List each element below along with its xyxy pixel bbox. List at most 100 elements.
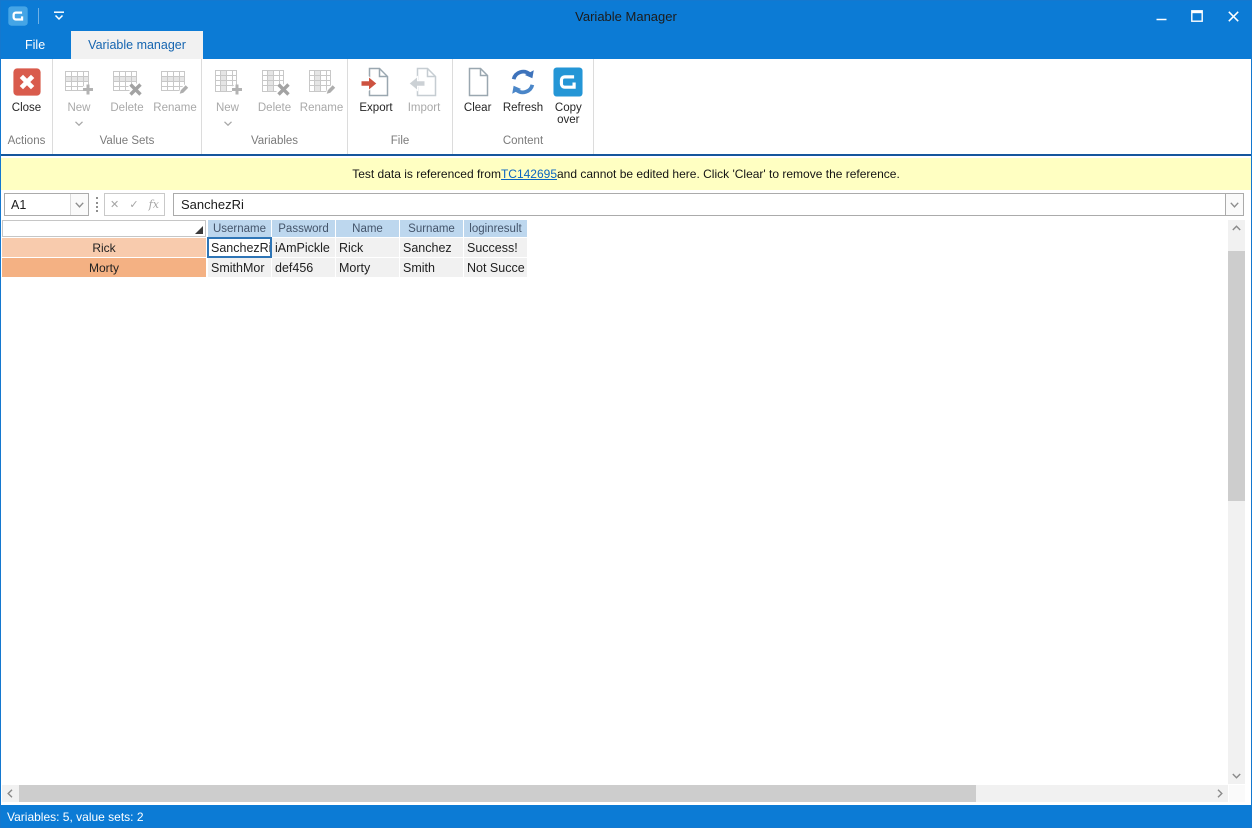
scrollbar-corner: [1229, 785, 1245, 802]
copy-over-label: Copy over: [546, 102, 591, 126]
row-header-morty[interactable]: Morty: [2, 258, 206, 277]
cell-reference-dropdown[interactable]: [70, 194, 88, 215]
import-icon: [408, 66, 440, 98]
valueset-new-label: New: [67, 102, 90, 114]
group-label-content: Content: [455, 135, 591, 154]
export-label: Export: [359, 102, 392, 114]
vertical-scroll-thumb[interactable]: [1228, 251, 1245, 501]
group-label-variables: Variables: [204, 135, 345, 154]
variable-rename-button: Rename: [298, 66, 345, 114]
valueset-new-icon: [63, 66, 95, 98]
grid-row-morty: Morty SmithMor def456 Morty Smith Not Su…: [2, 258, 1226, 277]
cell-b2[interactable]: def456: [272, 258, 335, 277]
scroll-right-icon[interactable]: [1212, 785, 1228, 802]
clear-label: Clear: [464, 102, 491, 114]
valueset-rename-button: Rename: [151, 66, 199, 114]
column-header-username[interactable]: Username: [208, 220, 271, 237]
cell-d2[interactable]: Smith: [400, 258, 463, 277]
clear-icon: [462, 66, 494, 98]
export-button[interactable]: Export: [352, 66, 400, 114]
tab-variable-manager[interactable]: Variable manager: [71, 31, 203, 59]
grid-header-row: Username Password Name Surname loginresu…: [2, 220, 1226, 237]
clear-button[interactable]: Clear: [455, 66, 500, 114]
group-label-actions: Actions: [3, 135, 50, 154]
maximize-button[interactable]: [1179, 1, 1215, 31]
cell-a2[interactable]: SmithMor: [208, 258, 271, 277]
horizontal-scroll-thumb[interactable]: [19, 785, 976, 802]
close-button-label: Close: [12, 102, 41, 114]
minimize-button[interactable]: [1143, 1, 1179, 31]
cell-a1-selected[interactable]: SanchezRi: [208, 238, 271, 257]
column-header-name[interactable]: Name: [336, 220, 399, 237]
valueset-delete-icon: [111, 66, 143, 98]
notice-prefix: Test data is referenced from: [352, 167, 501, 181]
ribbon-group-value-sets: New Delete Rename Value Sets: [53, 59, 202, 154]
ribbon-tab-row: File Variable manager: [1, 31, 1251, 59]
cell-d1[interactable]: Sanchez: [400, 238, 463, 257]
close-action-icon: [11, 66, 43, 98]
test-case-link[interactable]: TC142695: [501, 167, 557, 181]
variable-delete-label: Delete: [258, 102, 291, 114]
scroll-left-icon[interactable]: [2, 785, 18, 802]
scroll-down-icon[interactable]: [1228, 768, 1245, 784]
reference-notice-bar: Test data is referenced from TC142695 an…: [1, 158, 1251, 190]
quick-access-customize-icon[interactable]: [48, 5, 70, 27]
variable-delete-button: Delete: [251, 66, 298, 114]
refresh-icon: [507, 66, 539, 98]
close-window-button[interactable]: [1215, 1, 1251, 31]
import-label: Import: [408, 102, 441, 114]
cell-e2[interactable]: Not Succe: [464, 258, 527, 277]
formula-bar-expand-dropdown[interactable]: [1225, 193, 1244, 216]
column-header-loginresult[interactable]: loginresult: [464, 220, 527, 237]
valueset-delete-label: Delete: [110, 102, 143, 114]
window-controls: [1143, 1, 1251, 31]
variable-rename-label: Rename: [300, 102, 343, 114]
formula-bar-handle[interactable]: [96, 197, 98, 212]
group-label-value-sets: Value Sets: [55, 135, 199, 154]
variable-new-icon: [212, 66, 244, 98]
ribbon-group-content: Clear Refresh Copy over Content: [453, 59, 594, 154]
cell-e1[interactable]: Success!: [464, 238, 527, 257]
copy-over-button[interactable]: Copy over: [546, 66, 591, 126]
cell-c2[interactable]: Morty: [336, 258, 399, 277]
grid-row-rick: Rick SanchezRi iAmPickle Rick Sanchez Su…: [2, 238, 1226, 257]
scroll-up-icon[interactable]: [1228, 220, 1245, 236]
cell-reference-value: A1: [5, 198, 70, 212]
status-text: Variables: 5, value sets: 2: [7, 810, 144, 824]
ribbon-group-variables: New Delete Rename Variables: [202, 59, 348, 154]
tab-file[interactable]: File: [10, 31, 60, 59]
vertical-scrollbar[interactable]: [1228, 220, 1245, 784]
cell-b1[interactable]: iAmPickle: [272, 238, 335, 257]
close-button[interactable]: Close: [3, 66, 50, 114]
cell-reference-box[interactable]: A1: [4, 193, 89, 216]
column-header-password[interactable]: Password: [272, 220, 335, 237]
confirm-entry-icon: ✓: [129, 198, 138, 211]
ribbon-group-file: Export Import File: [348, 59, 453, 154]
cancel-entry-icon: ✕: [110, 198, 119, 211]
window-title: Variable Manager: [1, 9, 1251, 24]
copy-over-icon: [552, 66, 584, 98]
ribbon-group-actions: Close Actions: [1, 59, 53, 154]
select-all-triangle-icon: [195, 226, 203, 234]
refresh-label: Refresh: [503, 102, 543, 114]
group-label-file: File: [350, 135, 450, 154]
valueset-delete-button: Delete: [103, 66, 151, 114]
ribbon: Close Actions New Delete: [1, 59, 1251, 156]
export-icon: [360, 66, 392, 98]
select-all-corner[interactable]: [2, 220, 206, 237]
notice-suffix: and cannot be edited here. Click 'Clear'…: [557, 167, 900, 181]
column-header-surname[interactable]: Surname: [400, 220, 463, 237]
refresh-button[interactable]: Refresh: [500, 66, 545, 114]
titlebar: Variable Manager: [1, 1, 1251, 31]
value-set-grid: Username Password Name Surname loginresu…: [2, 220, 1226, 784]
variable-new-label: New: [216, 102, 239, 114]
formula-input[interactable]: SanchezRi: [173, 193, 1225, 216]
valueset-rename-label: Rename: [153, 102, 196, 114]
cell-c1[interactable]: Rick: [336, 238, 399, 257]
chevron-down-icon: [224, 117, 232, 123]
variable-delete-icon: [259, 66, 291, 98]
row-header-rick[interactable]: Rick: [2, 238, 206, 257]
formula-bar: A1 ✕ ✓ fx SanchezRi: [1, 190, 1251, 219]
horizontal-scrollbar[interactable]: [2, 785, 1228, 802]
import-button: Import: [400, 66, 448, 114]
